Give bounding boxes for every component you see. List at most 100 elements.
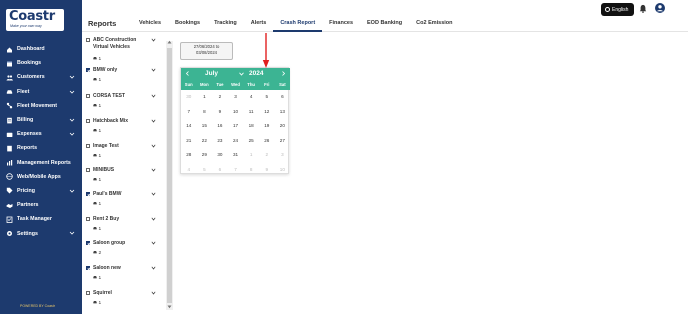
calendar-day[interactable]: 12	[259, 109, 275, 114]
sidebar-item-web-mobile-apps[interactable]: Web/Mobile Apps	[0, 170, 82, 184]
vehicle-group-checkbox[interactable]	[86, 38, 90, 42]
sidebar-item-expenses[interactable]: Expenses	[0, 127, 82, 141]
calendar-day[interactable]: 3	[228, 94, 244, 99]
bell-icon[interactable]	[639, 4, 647, 13]
vehicle-group-checkbox[interactable]	[86, 192, 90, 196]
calendar-day[interactable]: 2	[212, 94, 228, 99]
calendar-day[interactable]: 5	[197, 167, 213, 172]
calendar-day[interactable]: 6	[275, 94, 291, 99]
calendar-day[interactable]: 7	[228, 167, 244, 172]
calendar-day[interactable]: 30	[212, 152, 228, 157]
sidebar-item-customers[interactable]: Customers	[0, 70, 82, 84]
month-select[interactable]: July	[205, 70, 218, 77]
tab-alerts[interactable]: Alerts	[244, 20, 274, 32]
chevron-right-icon[interactable]	[281, 71, 286, 76]
list-item[interactable]: BMW only 1	[84, 67, 158, 89]
chevron-down-icon[interactable]	[151, 119, 156, 123]
sidebar-item-reports[interactable]: Reports	[0, 141, 82, 155]
tab-co2-emission[interactable]: Co2 Emission	[409, 20, 459, 32]
tab-eod-banking[interactable]: EOD Banking	[360, 20, 409, 32]
calendar-day[interactable]: 9	[259, 167, 275, 172]
chevron-down-icon[interactable]	[151, 241, 156, 245]
language-button[interactable]: English	[601, 3, 634, 16]
chevron-down-icon[interactable]	[151, 94, 156, 98]
calendar-day[interactable]: 8	[197, 109, 213, 114]
tab-vehicles[interactable]: Vehicles	[132, 20, 168, 32]
sidebar-item-settings[interactable]: Settings	[0, 226, 82, 240]
list-item[interactable]: Rent 2 Buy 1	[84, 216, 158, 238]
chevron-down-icon[interactable]	[151, 144, 156, 148]
calendar-day[interactable]: 16	[212, 123, 228, 128]
calendar-day[interactable]: 17	[228, 123, 244, 128]
sidebar-item-partners[interactable]: Partners	[0, 198, 82, 212]
list-item[interactable]: MINIBUS 1	[84, 167, 158, 189]
list-item[interactable]: ABC Construction Virtual Vehicles 1	[84, 37, 158, 62]
tab-finances[interactable]: Finances	[322, 20, 360, 32]
calendar-day[interactable]: 3	[275, 152, 291, 157]
calendar-day[interactable]: 19	[259, 123, 275, 128]
scrollbar-thumb[interactable]	[167, 48, 172, 303]
chevron-down-icon[interactable]	[151, 217, 156, 221]
user-avatar-icon[interactable]	[655, 3, 665, 13]
calendar-day[interactable]: 23	[212, 138, 228, 143]
calendar-day[interactable]: 21	[181, 138, 197, 143]
calendar-day[interactable]: 1	[243, 152, 259, 157]
sidebar-item-fleet-movement[interactable]: Fleet Movement	[0, 99, 82, 113]
sidebar-item-management-reports[interactable]: Management Reports	[0, 156, 82, 170]
list-item[interactable]: Image Test 1	[84, 143, 158, 165]
calendar-day[interactable]: 7	[181, 109, 197, 114]
calendar-day[interactable]: 1	[197, 94, 213, 99]
sidebar-item-task-manager[interactable]: Task Manager	[0, 212, 82, 226]
calendar-day[interactable]: 25	[243, 138, 259, 143]
calendar-day[interactable]: 5	[259, 94, 275, 99]
calendar-day[interactable]: 31	[228, 152, 244, 157]
calendar-day[interactable]: 20	[275, 123, 291, 128]
vehicle-group-checkbox[interactable]	[86, 94, 90, 98]
calendar-day[interactable]: 18	[243, 123, 259, 128]
tab-crash-report[interactable]: Crash Report	[273, 20, 323, 32]
calendar-day[interactable]: 14	[181, 123, 197, 128]
calendar-day[interactable]: 24	[228, 138, 244, 143]
calendar-day[interactable]: 22	[197, 138, 213, 143]
sidebar-item-dashboard[interactable]: Dashboard	[0, 42, 82, 56]
chevron-down-icon[interactable]	[151, 291, 156, 295]
chevron-down-icon[interactable]	[151, 68, 156, 72]
calendar-day[interactable]: 6	[212, 167, 228, 172]
sidebar-item-billing[interactable]: Billing	[0, 113, 82, 127]
tab-bookings[interactable]: Bookings	[168, 20, 207, 32]
vehicle-group-checkbox[interactable]	[86, 241, 90, 245]
vehicle-group-checkbox[interactable]	[86, 217, 90, 221]
vehicle-group-checkbox[interactable]	[86, 119, 90, 123]
calendar-day[interactable]: 26	[259, 138, 275, 143]
vehicle-group-checkbox[interactable]	[86, 266, 90, 270]
vehicle-group-checkbox[interactable]	[86, 144, 90, 148]
vehicle-group-checkbox[interactable]	[86, 68, 90, 72]
calendar-day[interactable]: 8	[243, 167, 259, 172]
calendar-day[interactable]: 10	[228, 109, 244, 114]
year-input[interactable]: 2024	[249, 70, 263, 77]
vehicle-group-checkbox[interactable]	[86, 168, 90, 172]
chevron-down-icon[interactable]	[151, 38, 156, 42]
calendar-day[interactable]: 29	[197, 152, 213, 157]
chevron-down-icon[interactable]	[151, 266, 156, 270]
calendar-day[interactable]: 2	[259, 152, 275, 157]
chevron-left-icon[interactable]	[185, 71, 190, 76]
calendar-day[interactable]: 4	[181, 167, 197, 172]
calendar-day[interactable]: 11	[243, 109, 259, 114]
date-range-input[interactable]: 27/06/2024 to 03/08/2024	[180, 42, 233, 60]
calendar-day[interactable]: 9	[212, 109, 228, 114]
list-item[interactable]: Paul's BMW 1	[84, 191, 158, 213]
list-item[interactable]: Saloon group 2	[84, 240, 158, 262]
calendar-day[interactable]: 13	[275, 109, 291, 114]
scroll-up-icon[interactable]	[167, 40, 172, 44]
list-item[interactable]: Hatchback Mix 1	[84, 118, 158, 140]
sidebar-item-bookings[interactable]: Bookings	[0, 56, 82, 70]
calendar-day[interactable]: 27	[275, 138, 291, 143]
chevron-down-icon[interactable]	[151, 192, 156, 196]
calendar-day[interactable]: 4	[243, 94, 259, 99]
calendar-day[interactable]: 30	[181, 94, 197, 99]
sidebar-item-pricing[interactable]: Pricing	[0, 184, 82, 198]
tab-tracking[interactable]: Tracking	[207, 20, 244, 32]
vehicle-group-checkbox[interactable]	[86, 291, 90, 295]
coastr-logo[interactable]: Coastr Make your own way	[6, 9, 64, 31]
